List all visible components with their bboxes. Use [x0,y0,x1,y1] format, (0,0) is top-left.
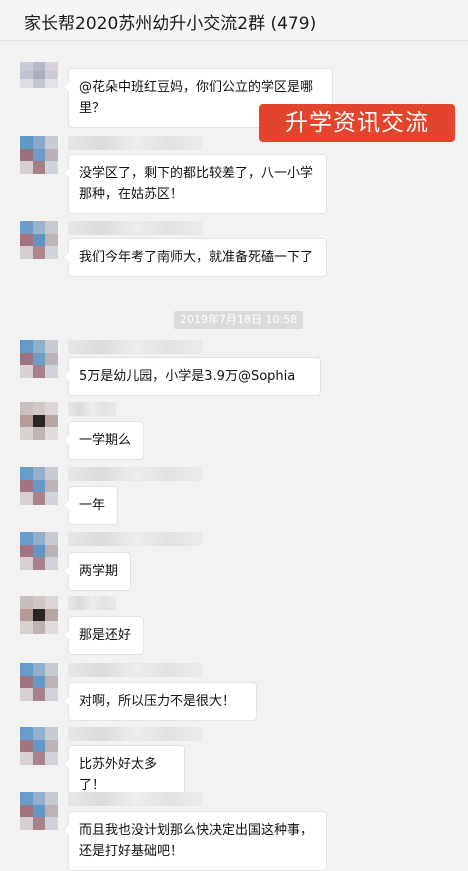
message-text: 一学期么 [79,433,132,448]
timestamp-divider: 2019年7月18日 10:58 [174,311,304,329]
sender-name-blurred [68,727,202,741]
sender-name-blurred [68,340,202,354]
message-bubble[interactable]: 对啊，所以压力不是很大！ [63,682,257,721]
sender-name-blurred [68,221,202,235]
avatar[interactable] [20,402,58,440]
message-text: 对啊，所以压力不是很大！ [79,694,236,709]
avatar[interactable] [20,727,58,765]
avatar[interactable] [20,340,58,378]
avatar[interactable] [20,221,58,259]
sender-name-blurred [68,467,202,481]
message-text: 5万是幼儿园，小学是3.9万@Sophia [79,369,296,384]
chat-title: 家长帮2020苏州幼升小交流2群 (479) [24,14,317,34]
avatar[interactable] [20,532,58,570]
sender-name-blurred [68,596,116,610]
message-bubble[interactable]: 5万是幼儿园，小学是3.9万@Sophia [63,357,321,396]
sender-name-blurred [68,663,202,677]
chat-title-bar: 家长帮2020苏州幼升小交流2群 (479) [0,0,468,41]
avatar[interactable] [20,62,58,88]
sender-name-blurred [68,532,202,546]
message-text: 没学区了，剩下的都比较差了，八一小学那种，在姑苏区！ [79,166,314,202]
avatar[interactable] [20,467,58,505]
message-text: 那是还好 [79,628,132,643]
sender-name-blurred [68,136,202,150]
message-bubble[interactable]: 没学区了，剩下的都比较差了，八一小学那种，在姑苏区！ [63,154,327,214]
avatar[interactable] [20,792,58,830]
message-text: 而且我也没计划那么快决定出国这种事，还是打好基础吧！ [79,823,314,859]
avatar[interactable] [20,663,58,701]
message-bubble[interactable]: 而且我也没计划那么快决定出国这种事，还是打好基础吧！ [63,811,327,871]
message-bubble[interactable]: 一年 [63,486,118,525]
message-bubble[interactable]: 一学期么 [63,421,144,460]
message-text: 比苏外好太多了！ [79,757,158,793]
avatar[interactable] [20,596,58,634]
sender-name-blurred [68,402,116,416]
message-text: 一年 [79,498,106,513]
message-bubble[interactable]: 我们今年考了南师大，就准备死磕一下了 [63,238,327,277]
message-bubble[interactable]: 两学期 [63,552,131,591]
message-text: 我们今年考了南师大，就准备死磕一下了 [79,250,314,265]
watermark-label: 升学资讯交流 [259,104,455,142]
message-bubble[interactable]: 那是还好 [63,616,144,655]
avatar[interactable] [20,136,58,174]
message-text: 两学期 [79,564,119,579]
sender-name-blurred [68,792,202,806]
